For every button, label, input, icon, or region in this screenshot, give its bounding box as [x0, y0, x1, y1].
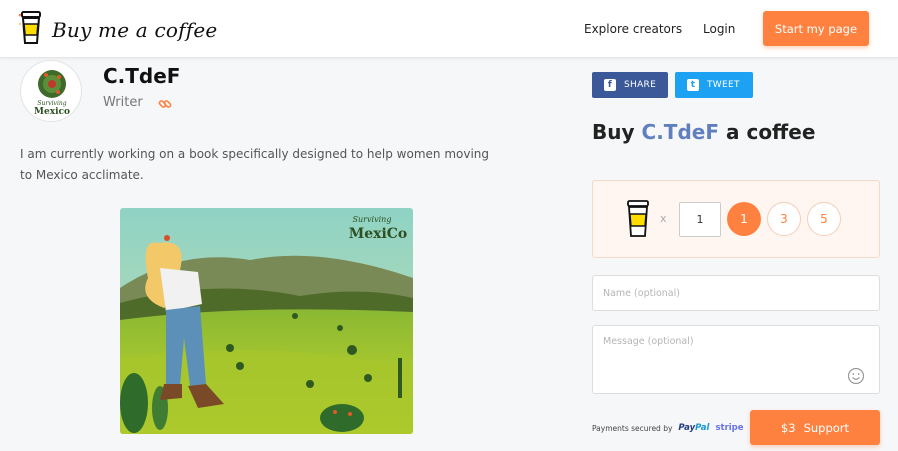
quantity-option-3[interactable]: 3 — [767, 202, 801, 236]
creator-name: C.TdeF — [103, 64, 181, 88]
paypal-logo-pal: Pal — [695, 423, 710, 433]
logo[interactable]: Buy me a coffee — [18, 9, 217, 51]
quantity-input[interactable] — [679, 202, 721, 237]
buy-title-name: C.TdeF — [641, 120, 719, 144]
stripe-logo: stripe — [715, 423, 744, 433]
avatar-text-line1: Surviving — [37, 100, 66, 107]
paypal-logo-pay: Pay — [678, 423, 696, 433]
artwork-text-line1: Surviving — [353, 215, 392, 224]
support-button[interactable]: $3 Support — [750, 410, 880, 445]
payments-secured: Payments secured by PayPal stripe — [592, 423, 744, 433]
multiplier-sign: x — [660, 212, 667, 225]
coffee-cup-icon — [626, 200, 650, 242]
nav-explore-creators[interactable]: Explore creators — [584, 22, 682, 36]
name-field[interactable] — [592, 275, 880, 311]
paypal-logo: PayPal — [678, 423, 709, 433]
about-text: I am currently working on a book specifi… — [20, 147, 490, 182]
smiley-icon[interactable] — [847, 367, 865, 389]
buy-coffee-title: Buy C.TdeF a coffee — [592, 120, 815, 144]
artwork-text-line2: MexiCo — [349, 226, 408, 242]
logo-text: Buy me a coffee — [52, 18, 218, 42]
facebook-icon: f — [604, 79, 616, 91]
creator-role: Writer — [103, 95, 143, 110]
secured-text: Payments secured by — [592, 423, 673, 433]
facebook-share-label: SHARE — [624, 80, 657, 90]
start-my-page-button[interactable]: Start my page — [763, 11, 869, 46]
nav-login[interactable]: Login — [703, 22, 735, 36]
buy-title-prefix: Buy — [592, 120, 635, 144]
buy-title-suffix: a coffee — [726, 120, 816, 144]
quantity-selector: x 1 3 5 — [592, 180, 880, 258]
message-field[interactable] — [592, 325, 880, 394]
twitter-icon: t — [687, 79, 699, 91]
quantity-option-1[interactable]: 1 — [727, 202, 761, 236]
twitter-share-button[interactable]: t TWEET — [675, 72, 753, 98]
twitter-share-label: TWEET — [707, 80, 740, 90]
coffee-cup-icon — [18, 9, 44, 51]
top-bar: Buy me a coffee Explore creators Login S… — [0, 0, 898, 58]
avatar: Surviving Mexico — [20, 60, 82, 122]
quantity-option-5[interactable]: 5 — [807, 202, 841, 236]
support-amount: $3 — [780, 420, 796, 435]
avatar-text-line2: Mexico — [34, 107, 70, 117]
link-icon[interactable] — [158, 96, 172, 115]
cover-artwork: Surviving MexiCo — [120, 208, 413, 434]
support-label: Support — [803, 420, 850, 435]
facebook-share-button[interactable]: f SHARE — [592, 72, 668, 98]
